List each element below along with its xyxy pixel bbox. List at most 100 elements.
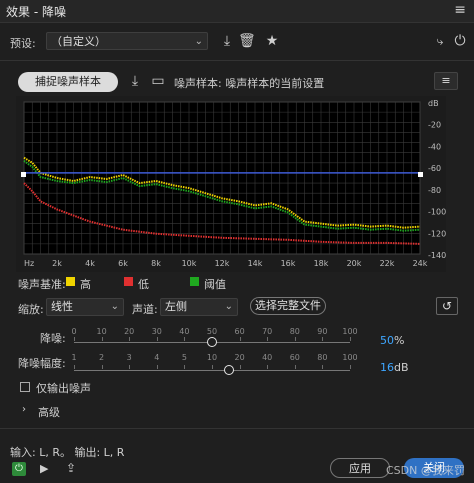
hz-tick-label: 24k xyxy=(413,259,428,268)
reduce-by-unit: dB xyxy=(394,361,409,374)
slider-tick-label: 80 xyxy=(289,327,300,336)
preset-label: 预设: xyxy=(10,37,36,50)
hz-tick-label: 4k xyxy=(85,259,95,268)
folder-icon[interactable]: ▭ xyxy=(150,74,166,88)
legend-high-label: 高 xyxy=(80,278,91,291)
window-titlebar: 效果 - 降噪 ≡ xyxy=(0,0,474,23)
slider-tick-label: 20 xyxy=(124,327,135,336)
capture-noise-print-button[interactable]: 捕捉噪声样本 xyxy=(18,72,118,92)
slider-tick-label: 5 xyxy=(181,353,187,362)
chevron-right-icon[interactable]: › xyxy=(22,404,26,415)
noise-graph[interactable]: dB -20 -40 -60 -80 -100 -120 -140 Hz 2k 4k 6k 8k 10k… xyxy=(16,96,446,272)
db-tick-label: -100 xyxy=(428,208,446,217)
db-tick-label: -120 xyxy=(428,229,446,238)
advanced-section-toggle[interactable]: 高级 xyxy=(38,404,60,420)
slider-tick-label: 30 xyxy=(151,327,162,336)
hz-tick-label: 6k xyxy=(118,259,128,268)
reduce-by-slider-track[interactable] xyxy=(74,370,350,371)
slider-tick xyxy=(156,337,158,341)
slider-tick xyxy=(239,337,241,341)
slider-tick-label: 50 xyxy=(206,327,218,336)
threshold-handle-left[interactable] xyxy=(21,172,26,177)
slider-tick xyxy=(184,365,186,369)
slider-tick-label: 60 xyxy=(289,353,300,362)
slider-tick xyxy=(267,337,269,341)
divider xyxy=(0,60,474,61)
save-noise-icon[interactable]: ⤓ xyxy=(127,74,143,88)
scale-dropdown[interactable]: 线性 ⌄ xyxy=(46,298,124,316)
legend-threshold-label: 阈值 xyxy=(204,278,226,291)
slider-tick-label: 10 xyxy=(206,353,218,362)
output-noise-only-checkbox[interactable] xyxy=(20,382,30,392)
slider-tick xyxy=(74,337,75,341)
reduce-by-slider-knob[interactable] xyxy=(223,365,234,375)
hz-tick-label: 18k xyxy=(314,259,329,268)
db-tick-label: -80 xyxy=(428,186,441,195)
db-tick-label: -60 xyxy=(428,164,441,173)
slider-tick xyxy=(184,337,186,341)
route-icon[interactable]: ⤷ xyxy=(432,34,448,48)
slider-tick-label: 4 xyxy=(154,353,160,362)
reduction-unit: % xyxy=(394,334,405,347)
reduction-slider-knob[interactable] xyxy=(207,337,217,347)
legend-swatch-threshold xyxy=(190,277,199,286)
reduce-by-value[interactable]: 16 xyxy=(380,361,394,374)
hz-tick-label: 14k xyxy=(248,259,263,268)
slider-tick xyxy=(74,365,75,369)
channel-label: 声道: xyxy=(132,303,158,316)
slider-tick-label: 10 xyxy=(96,327,107,336)
preset-dropdown[interactable]: （自定义） ⌄ xyxy=(46,32,208,50)
window-title: 效果 - 降噪 xyxy=(6,5,66,19)
threshold-handle-right[interactable] xyxy=(418,172,423,177)
trash-icon[interactable]: 🗑 xyxy=(238,34,256,48)
power-icon[interactable]: ⏻ xyxy=(452,34,468,48)
loop-icon[interactable]: ⇪ xyxy=(66,461,76,475)
reduction-label: 降噪: xyxy=(40,332,66,345)
channel-dropdown[interactable]: 左侧 ⌄ xyxy=(160,298,238,316)
legend-swatch-low xyxy=(124,277,133,286)
watermark-text: CSDN @我来罚 xyxy=(386,464,465,477)
chevron-down-icon: ⌄ xyxy=(110,301,119,312)
slider-tick-label: 100 xyxy=(342,353,358,362)
slider-tick-label: 60 xyxy=(234,327,245,336)
hz-tick-label: 10k xyxy=(182,259,197,268)
channel-value: 左侧 xyxy=(165,300,187,313)
effect-power-icon[interactable]: ⏻ xyxy=(12,462,26,476)
slider-tick-label: 2 xyxy=(99,353,105,362)
slider-tick xyxy=(156,365,158,369)
reduce-by-tick-labels: 1 2 3 4 5 10 20 40 60 80 100 xyxy=(71,353,358,369)
hamburger-icon[interactable]: ≡ xyxy=(454,2,466,18)
select-entire-file-button[interactable]: 选择完整文件 xyxy=(250,297,326,315)
download-icon[interactable]: ⤓ xyxy=(219,34,235,48)
hz-tick-label: 12k xyxy=(215,259,230,268)
slider-tick-label: 1 xyxy=(71,353,77,362)
reset-icon[interactable]: ↺ xyxy=(436,297,458,315)
slider-tick-label: 3 xyxy=(126,353,132,362)
reduce-by-label: 降噪幅度: xyxy=(18,357,66,370)
apply-button[interactable]: 应用 xyxy=(330,458,390,478)
hz-tick-label: 8k xyxy=(151,259,161,268)
slider-tick-label: 20 xyxy=(234,353,245,362)
noise-print-status: 噪声样本: 噪声样本的当前设置 xyxy=(174,77,325,90)
chevron-down-icon: ⌄ xyxy=(194,36,203,47)
slider-tick xyxy=(101,337,103,341)
slider-tick xyxy=(129,337,131,341)
slider-tick xyxy=(129,365,131,369)
star-icon[interactable]: ★ xyxy=(264,34,280,48)
slider-tick xyxy=(212,365,213,369)
play-icon[interactable]: ▶ xyxy=(40,462,48,475)
slider-tick-label: 40 xyxy=(262,353,273,362)
reduction-value[interactable]: 50 xyxy=(380,334,394,347)
slider-tick-label: 40 xyxy=(179,327,190,336)
output-noise-only-label: 仅输出噪声 xyxy=(36,382,91,395)
noise-menu-button[interactable]: ≡ xyxy=(434,72,458,90)
hz-tick-label: 2k xyxy=(52,259,62,268)
preset-value: （自定义） xyxy=(51,35,106,48)
slider-tick xyxy=(267,365,269,369)
chevron-down-icon: ⌄ xyxy=(224,301,233,312)
hz-tick-label: 22k xyxy=(380,259,395,268)
db-tick-label: -140 xyxy=(428,251,446,260)
slider-tick xyxy=(101,365,103,369)
slider-tick xyxy=(239,365,241,369)
slider-tick-label: 100 xyxy=(342,327,358,336)
